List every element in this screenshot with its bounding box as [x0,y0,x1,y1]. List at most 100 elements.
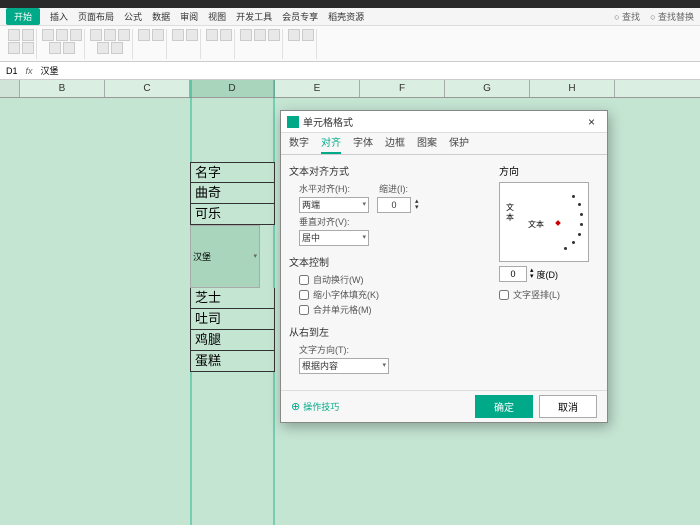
tab-border[interactable]: 边框 [385,133,405,154]
freeze-icon[interactable] [302,29,314,41]
tab-pattern[interactable]: 图案 [417,133,437,154]
sort-icon[interactable] [254,29,266,41]
cell-d3[interactable]: 可乐 [190,204,275,225]
cell-d8[interactable]: 蛋糕 [190,351,275,372]
underline-icon[interactable] [70,29,82,41]
col-b[interactable]: B [20,80,105,97]
menu-insert[interactable]: 插入 [50,10,68,23]
dialog-titlebar[interactable]: 单元格格式 × [281,111,607,133]
wrap-checkbox[interactable] [299,275,309,285]
dir-label: 文字方向(T): [299,343,359,356]
ribbon-align [88,29,133,59]
h-align-select[interactable]: 两端 [299,197,369,213]
find-icon[interactable] [288,29,300,41]
merge-icon[interactable] [97,42,109,54]
menu-devtools[interactable]: 开发工具 [236,10,272,23]
paste-icon[interactable] [8,29,20,41]
col-h[interactable]: H [530,80,615,97]
ribbon-editing [238,29,283,59]
insert-icon[interactable] [206,29,218,41]
spinner-arrows-icon[interactable]: ▴▾ [415,199,419,211]
tab-number[interactable]: 数字 [289,133,309,154]
menu-formula[interactable]: 公式 [124,10,142,23]
col-c[interactable]: C [105,80,190,97]
close-icon[interactable]: × [582,115,601,129]
cancel-button[interactable]: 取消 [539,395,597,418]
tips-link[interactable]: 操作技巧 [291,400,339,413]
cell-d2[interactable]: 曲奇 [190,183,275,204]
orientation-arc[interactable]: 文本 [522,191,584,253]
font-color-icon[interactable] [49,42,61,54]
cell-d1[interactable]: 名字 [190,162,275,183]
vertical-text-checkbox[interactable] [499,290,509,300]
column-headers: B C D E F G H [0,80,700,98]
shrink-checkbox[interactable] [299,290,309,300]
ok-button[interactable]: 确定 [475,395,533,418]
dialog-tabs: 数字 对齐 字体 边框 图案 保护 [281,133,607,155]
name-box[interactable]: D1 [6,66,18,76]
sum-icon[interactable] [240,29,252,41]
tab-alignment[interactable]: 对齐 [321,133,341,154]
section-text-align: 文本对齐方式 [289,163,489,178]
wrap-icon[interactable] [111,42,123,54]
percent-icon[interactable] [152,29,164,41]
cell-d6[interactable]: 吐司 [190,309,275,330]
tab-font[interactable]: 字体 [353,133,373,154]
filter-icon[interactable] [268,29,280,41]
ribbon-clipboard [6,29,37,59]
select-all-corner[interactable] [0,80,20,97]
menu-data[interactable]: 数据 [152,10,170,23]
col-f[interactable]: F [360,80,445,97]
merge-label: 合并单元格(M) [313,303,372,316]
cond-format-icon[interactable] [172,29,184,41]
degree-spinner[interactable]: 0 [499,266,527,282]
cell-d7[interactable]: 鸡腿 [190,330,275,351]
col-g[interactable]: G [445,80,530,97]
indent-spinner[interactable]: 0 [377,197,411,213]
cell-d5[interactable]: 芝士 [190,288,275,309]
search-link[interactable]: ○ 查找 [614,10,640,23]
fx-icon[interactable]: fx [26,66,33,76]
currency-icon[interactable] [138,29,150,41]
cut-icon[interactable] [22,29,34,41]
dir-select[interactable]: 根据内容 [299,358,389,374]
merge-checkbox[interactable] [299,305,309,315]
menu-start[interactable]: 开始 [6,8,40,25]
spinner-arrows-icon[interactable]: ▴▾ [530,268,534,280]
fill-color-icon[interactable] [63,42,75,54]
formula-input[interactable]: 汉堡 [41,64,59,77]
ribbon-number [136,29,167,59]
menu-page-layout[interactable]: 页面布局 [78,10,114,23]
degree-label: 度(D) [537,268,559,281]
shrink-label: 缩小字体填充(K) [313,288,379,301]
tab-protection[interactable]: 保护 [449,133,469,154]
col-e[interactable]: E [275,80,360,97]
col-d[interactable]: D [190,80,275,97]
menubar: 开始 插入 页面布局 公式 数据 审阅 视图 开发工具 会员专享 稻壳资源 ○ … [0,8,700,26]
menu-resources[interactable]: 稻壳资源 [328,10,364,23]
dialog-icon [287,116,299,128]
h-align-label: 水平对齐(H): [299,182,359,195]
format-painter-icon[interactable] [22,42,34,54]
delete-icon[interactable] [220,29,232,41]
copy-icon[interactable] [8,42,20,54]
menu-member[interactable]: 会员专享 [282,10,318,23]
align-left-icon[interactable] [90,29,102,41]
ribbon-styles [170,29,201,59]
window-titlebar [0,0,700,8]
orientation-box[interactable]: 文本 文本 [499,182,589,262]
section-text-control: 文本控制 [289,254,489,269]
cell-d4-selected[interactable]: 汉堡 [190,225,260,288]
ribbon-tools [286,29,317,59]
table-style-icon[interactable] [186,29,198,41]
bold-icon[interactable] [42,29,54,41]
orient-horizontal-text: 文本 [528,219,544,230]
replace-link[interactable]: ○ 查找替换 [650,10,694,23]
align-right-icon[interactable] [118,29,130,41]
v-align-select[interactable]: 居中 [299,230,369,246]
align-center-icon[interactable] [104,29,116,41]
menu-review[interactable]: 审阅 [180,10,198,23]
menu-view[interactable]: 视图 [208,10,226,23]
italic-icon[interactable] [56,29,68,41]
orient-handle-icon[interactable] [555,220,561,226]
